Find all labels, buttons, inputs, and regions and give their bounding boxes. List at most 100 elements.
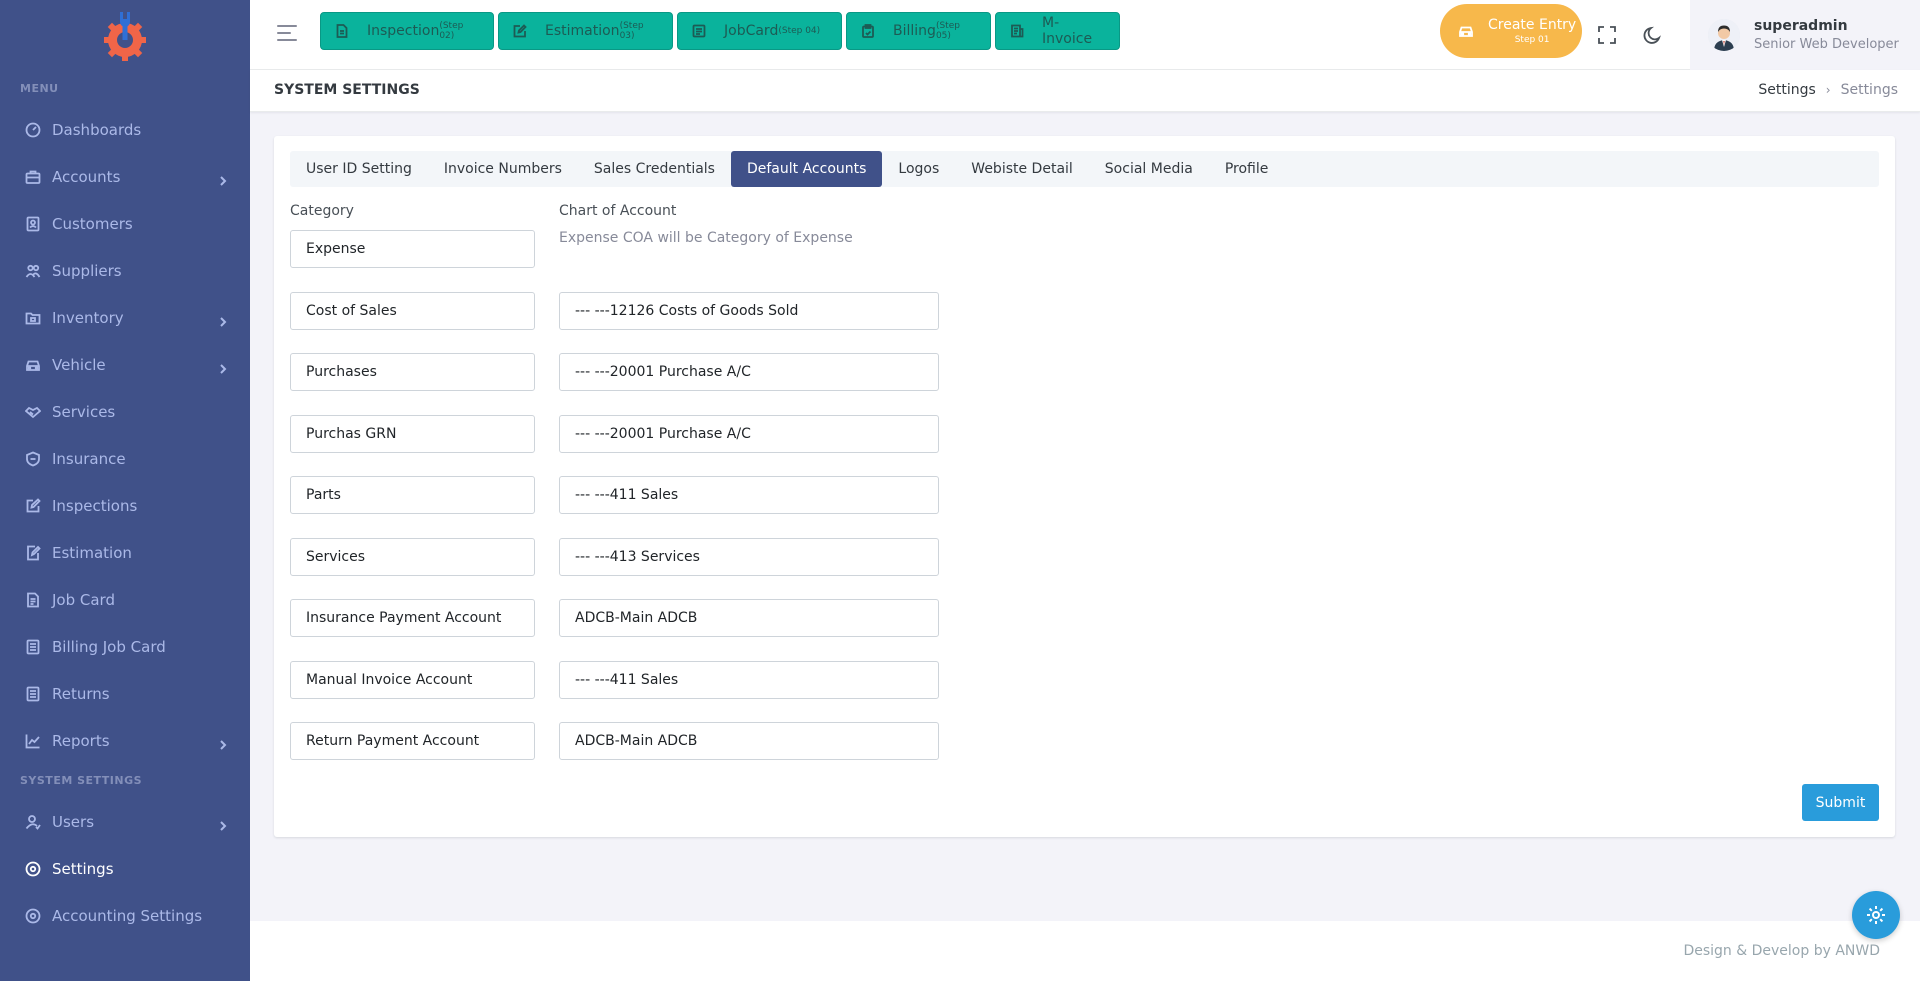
category-field-purchas-grn[interactable]: Purchas GRN <box>290 415 535 453</box>
page-title-bar: SYSTEM SETTINGS Settings › Settings <box>250 70 1920 112</box>
sidebar-item-insurance[interactable]: Insurance <box>0 435 250 482</box>
account-select-return-payment[interactable]: ADCB-Main ADCB <box>559 722 939 760</box>
sidebar-item-inspections[interactable]: Inspections <box>0 482 250 529</box>
tab-sales-credentials[interactable]: Sales Credentials <box>578 151 731 187</box>
file-icon <box>335 24 349 38</box>
estimation-step-button[interactable]: Estimation (Step 03) <box>498 12 673 50</box>
user-role: Senior Web Developer <box>1754 37 1899 52</box>
step-number: (Step 03) <box>619 21 644 41</box>
category-field-insurance-payment[interactable]: Insurance Payment Account <box>290 599 535 637</box>
clipboard-icon <box>861 24 875 38</box>
sidebar-item-estimation[interactable]: Estimation <box>0 529 250 576</box>
customizer-gear-icon[interactable] <box>1852 891 1900 939</box>
account-select-services[interactable]: --- ---413 Services <box>559 538 939 576</box>
category-field-cost-of-sales[interactable]: Cost of Sales <box>290 292 535 330</box>
system-settings-section-title: SYSTEM SETTINGS <box>20 774 143 787</box>
step-label: JobCard <box>724 23 779 39</box>
sidebar-item-label: Accounts <box>52 167 121 186</box>
dark-mode-moon-icon[interactable] <box>1642 24 1664 46</box>
app-logo[interactable] <box>0 0 250 72</box>
sidebar-item-users[interactable]: Users <box>0 798 250 845</box>
sidebar-item-label: Accounting Settings <box>52 906 203 925</box>
workflow-steps: Inspection (Step 02) Estimation (Step 03) … <box>320 12 1120 50</box>
menu-section-title: MENU <box>20 82 59 95</box>
hamburger-menu-icon[interactable] <box>277 25 299 45</box>
sidebar-item-accounts[interactable]: Accounts <box>0 153 250 200</box>
tab-website-detail[interactable]: Webiste Detail <box>955 151 1089 187</box>
step-number: (Step 04) <box>778 26 821 36</box>
settings-icon <box>24 907 42 925</box>
sidebar-item-label: Returns <box>52 684 110 703</box>
users-icon <box>24 262 42 280</box>
create-entry-button[interactable]: Create Entry Step 01 <box>1440 4 1582 58</box>
account-select-parts[interactable]: --- ---411 Sales <box>559 476 939 514</box>
tab-logos[interactable]: Logos <box>882 151 955 187</box>
billing-step-button[interactable]: Billing (Step 05) <box>846 12 991 50</box>
tab-user-id-setting[interactable]: User ID Setting <box>290 151 428 187</box>
account-select-manual-invoice[interactable]: --- ---411 Sales <box>559 661 939 699</box>
sidebar-item-label: Dashboards <box>52 120 142 139</box>
category-field-services[interactable]: Services <box>290 538 535 576</box>
list-icon <box>24 685 42 703</box>
m-invoice-step-button[interactable]: M-Invoice <box>995 12 1120 50</box>
category-field-parts[interactable]: Parts <box>290 476 535 514</box>
account-select-insurance-payment[interactable]: ADCB-Main ADCB <box>559 599 939 637</box>
account-select-purchases[interactable]: --- ---20001 Purchase A/C <box>559 353 939 391</box>
account-select-cost-of-sales[interactable]: --- ---12126 Costs of Goods Sold <box>559 292 939 330</box>
expense-coa-hint: Expense COA will be Category of Expense <box>559 230 853 246</box>
category-field-purchases[interactable]: Purchases <box>290 353 535 391</box>
category-field-manual-invoice[interactable]: Manual Invoice Account <box>290 661 535 699</box>
inspection-step-button[interactable]: Inspection (Step 02) <box>320 12 494 50</box>
chevron-right-icon: › <box>1825 83 1831 97</box>
sidebar: MENU Dashboards Accounts Customers Suppl… <box>0 0 250 981</box>
chevron-right-icon <box>218 172 228 186</box>
settings-tabs: User ID Setting Invoice Numbers Sales Cr… <box>290 151 1879 187</box>
file-icon <box>24 591 42 609</box>
create-entry-label: Create Entry <box>1488 17 1577 33</box>
edit-icon <box>513 24 527 38</box>
sidebar-item-reports[interactable]: Reports <box>0 717 250 764</box>
sidebar-item-label: Services <box>52 402 116 421</box>
chart-of-account-column-label: Chart of Account <box>559 203 677 219</box>
category-field-return-payment[interactable]: Return Payment Account <box>290 722 535 760</box>
step-number: (Step 02) <box>439 21 464 41</box>
tab-default-accounts[interactable]: Default Accounts <box>730 151 883 187</box>
user-profile-dropdown[interactable]: superadmin Senior Web Developer <box>1690 0 1920 70</box>
user-name: superadmin <box>1754 18 1848 34</box>
sidebar-item-accounting-settings[interactable]: Accounting Settings <box>0 892 250 939</box>
jobcard-step-button[interactable]: JobCard (Step 04) <box>677 12 842 50</box>
page-title: SYSTEM SETTINGS <box>274 82 420 98</box>
folder-icon <box>24 309 42 327</box>
tab-social-media[interactable]: Social Media <box>1089 151 1209 187</box>
step-label: Inspection <box>367 23 440 39</box>
list-icon <box>692 24 706 38</box>
sidebar-item-suppliers[interactable]: Suppliers <box>0 247 250 294</box>
sidebar-item-customers[interactable]: Customers <box>0 200 250 247</box>
car-icon <box>1458 23 1474 39</box>
sidebar-item-services[interactable]: Services <box>0 388 250 435</box>
briefcase-icon <box>24 168 42 186</box>
invoice-icon <box>1010 24 1024 38</box>
create-entry-step: Step 01 <box>1514 35 1550 45</box>
sidebar-item-inventory[interactable]: Inventory <box>0 294 250 341</box>
estimate-icon <box>24 544 42 562</box>
sidebar-item-job-card[interactable]: Job Card <box>0 576 250 623</box>
fullscreen-icon[interactable] <box>1596 24 1618 46</box>
tab-profile[interactable]: Profile <box>1209 151 1285 187</box>
sidebar-item-settings[interactable]: Settings <box>0 845 250 892</box>
sidebar-item-dashboards[interactable]: Dashboards <box>0 106 250 153</box>
sidebar-item-billing-job-card[interactable]: Billing Job Card <box>0 623 250 670</box>
submit-button[interactable]: Submit <box>1802 784 1879 821</box>
breadcrumb-link[interactable]: Settings <box>1758 82 1815 98</box>
account-select-purchas-grn[interactable]: --- ---20001 Purchase A/C <box>559 415 939 453</box>
sidebar-item-vehicle[interactable]: Vehicle <box>0 341 250 388</box>
sidebar-item-label: Inspections <box>52 496 138 515</box>
footer-credit: Design & Develop by ANWD <box>1683 943 1880 959</box>
tab-invoice-numbers[interactable]: Invoice Numbers <box>428 151 578 187</box>
chevron-right-icon <box>218 313 228 327</box>
expense-category-field[interactable]: Expense <box>290 230 535 268</box>
topbar: Inspection (Step 02) Estimation (Step 03) … <box>250 0 1920 70</box>
settings-card: User ID Setting Invoice Numbers Sales Cr… <box>274 136 1895 837</box>
sidebar-item-returns[interactable]: Returns <box>0 670 250 717</box>
breadcrumb: Settings › Settings <box>1758 82 1898 98</box>
